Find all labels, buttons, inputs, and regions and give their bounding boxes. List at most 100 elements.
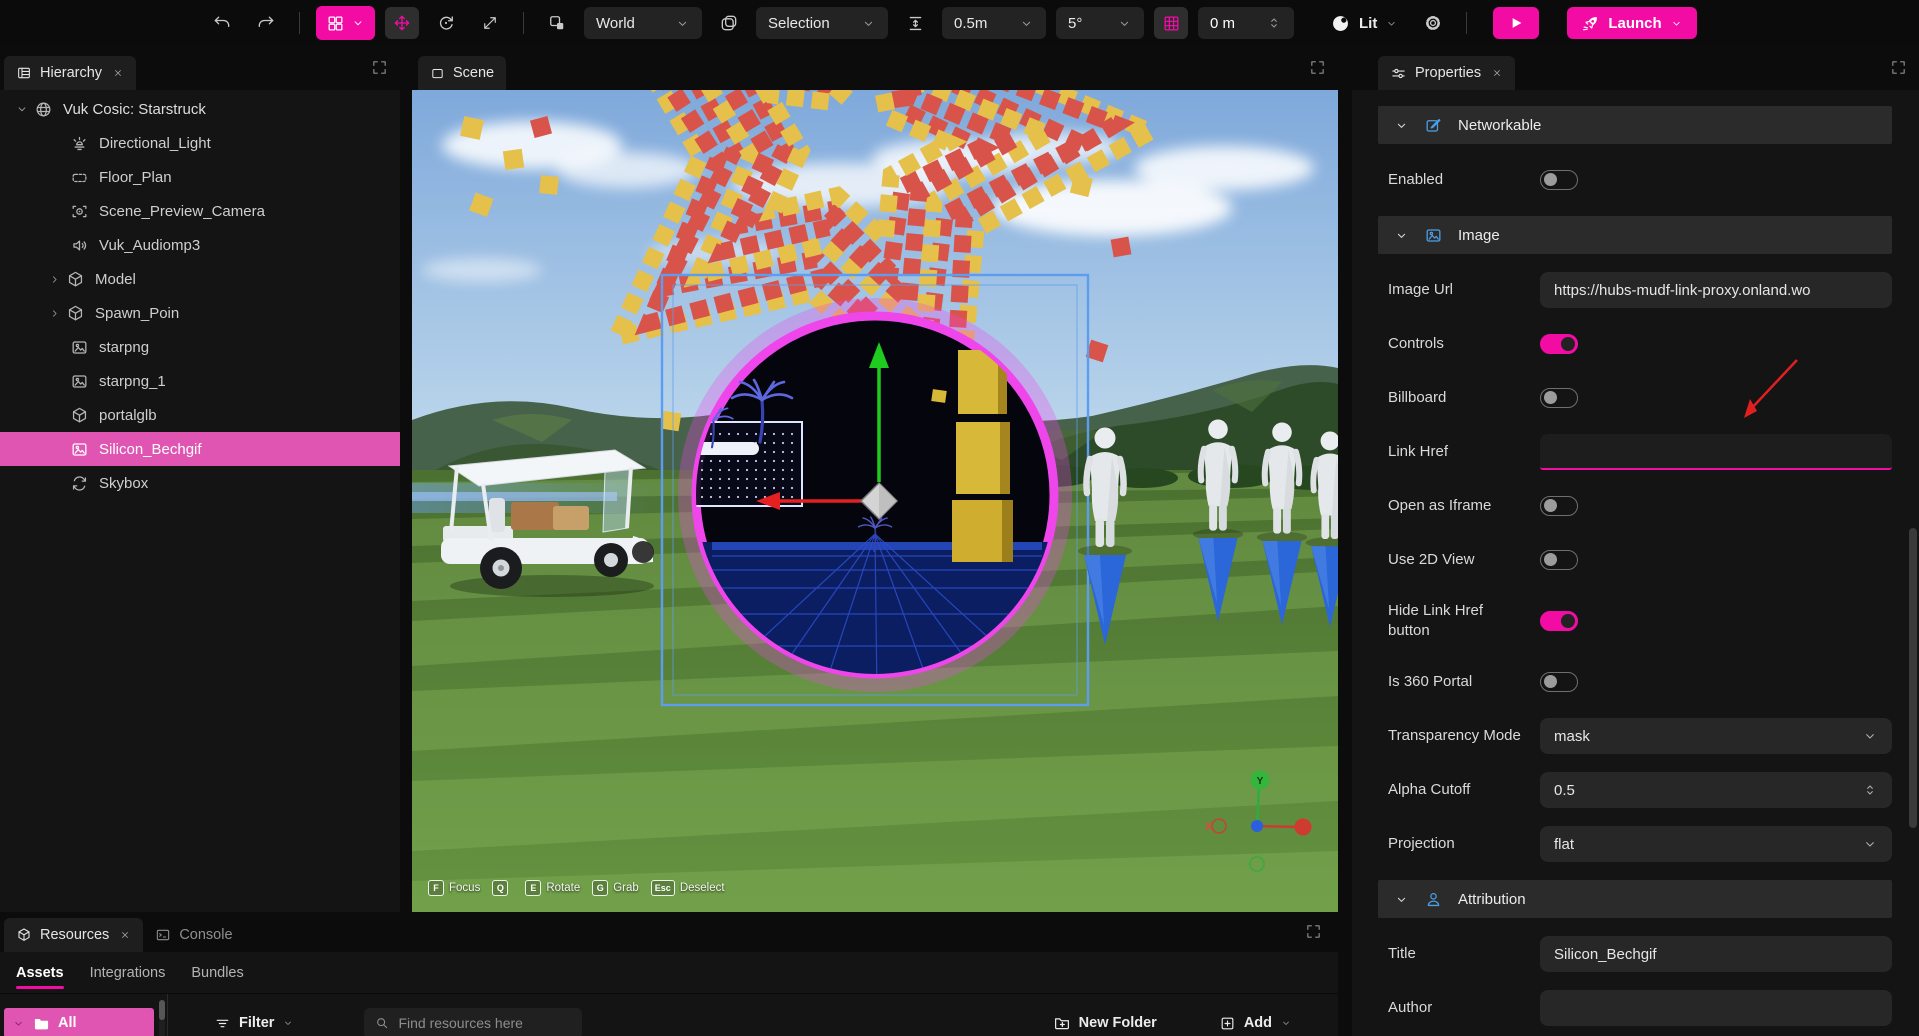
- use-2d-view-toggle[interactable]: [1540, 550, 1578, 570]
- key-badge: Esc: [651, 880, 675, 896]
- tab-scene[interactable]: Scene: [418, 56, 506, 90]
- render-mode-dropdown[interactable]: Lit: [1330, 13, 1398, 34]
- tree-item-spawn-point[interactable]: Spawn_Poin: [0, 296, 400, 330]
- search-input[interactable]: [398, 1015, 558, 1031]
- subtab-bundles[interactable]: Bundles: [191, 952, 243, 993]
- properties-scrollbar[interactable]: [1909, 528, 1917, 828]
- rotate-tool-button[interactable]: [429, 7, 463, 39]
- selection-shape-button[interactable]: [712, 7, 746, 39]
- rotation-snap-dropdown[interactable]: 5°: [1056, 7, 1144, 39]
- chevron-down-icon[interactable]: [10, 102, 34, 116]
- link-href-input[interactable]: [1540, 434, 1892, 470]
- close-icon[interactable]: [112, 67, 124, 79]
- expand-panel-icon[interactable]: [1309, 59, 1326, 76]
- key-badge: F: [428, 880, 444, 896]
- tab-hierarchy[interactable]: Hierarchy: [4, 56, 136, 90]
- row-billboard: Billboard: [1378, 380, 1892, 416]
- tree-item-vuk-audio[interactable]: Vuk_Audiomp3: [0, 228, 400, 262]
- projection-select[interactable]: flat: [1540, 826, 1892, 862]
- folder-item-all[interactable]: All: [4, 1008, 154, 1036]
- tree-item-starpng-1[interactable]: starpng_1: [0, 364, 400, 398]
- section-header-attribution[interactable]: Attribution: [1378, 880, 1892, 918]
- tree-item-floor-plan[interactable]: Floor_Plan: [0, 160, 400, 194]
- subtab-assets[interactable]: Assets: [16, 952, 64, 993]
- close-icon[interactable]: [119, 929, 131, 941]
- add-asset-button[interactable]: Add: [1219, 1015, 1292, 1032]
- viewport-render[interactable]: Y X: [412, 90, 1338, 912]
- tree-item-scene-root[interactable]: Vuk Cosic: Starstruck: [0, 92, 400, 126]
- close-icon[interactable]: [1491, 67, 1503, 79]
- title-input[interactable]: [1540, 936, 1892, 972]
- tree-item-portalglb[interactable]: portalglb: [0, 398, 400, 432]
- move-icon: [392, 13, 412, 33]
- hide-link-href-toggle[interactable]: [1540, 611, 1578, 631]
- scene-panel: Scene: [412, 46, 1338, 912]
- tree-item-skybox[interactable]: Skybox: [0, 466, 400, 500]
- tab-properties[interactable]: Properties: [1378, 56, 1515, 90]
- translation-snap-dropdown[interactable]: 0.5m: [942, 7, 1046, 39]
- subtab-integrations[interactable]: Integrations: [90, 952, 166, 993]
- light-icon: [70, 134, 89, 153]
- snap-elevation-button[interactable]: [898, 7, 932, 39]
- transform-pivot-button[interactable]: [540, 7, 574, 39]
- resource-search[interactable]: [364, 1008, 582, 1036]
- transparency-mode-select[interactable]: mask: [1540, 718, 1892, 754]
- tree-item-silicon-bechgif-selected[interactable]: Silicon_Bechgif: [0, 432, 400, 466]
- is-360-portal-toggle[interactable]: [1540, 672, 1578, 692]
- enabled-toggle[interactable]: [1540, 170, 1578, 190]
- vertical-ruler-icon: [906, 14, 925, 33]
- translation-snap-value: 0.5m: [954, 15, 987, 32]
- section-header-networkable[interactable]: Networkable: [1378, 106, 1892, 144]
- 3d-viewport[interactable]: Y X FFocus Q ERotate GGrab EscDeselect: [412, 90, 1338, 912]
- hierarchy-panel: Hierarchy Vuk Cosic: Starstruck Directio…: [0, 46, 400, 912]
- redo-button[interactable]: [249, 7, 283, 39]
- expand-panel-icon[interactable]: [1890, 59, 1907, 76]
- tab-console[interactable]: Console: [143, 918, 244, 952]
- chevron-right-icon[interactable]: [42, 307, 66, 320]
- billboard-toggle[interactable]: [1540, 388, 1578, 408]
- resources-tab-label: Resources: [40, 927, 109, 943]
- tree-item-model[interactable]: Model: [0, 262, 400, 296]
- selection-mode-dropdown[interactable]: Selection: [756, 7, 888, 39]
- row-projection: Projection flat: [1378, 826, 1892, 862]
- grid-snap-toggle-button[interactable]: [1154, 7, 1188, 39]
- settings-button[interactable]: [1416, 7, 1450, 39]
- controls-toggle[interactable]: [1540, 334, 1578, 354]
- cube-icon: [16, 927, 32, 943]
- key-badge: E: [525, 880, 541, 896]
- expand-panel-icon[interactable]: [371, 59, 388, 76]
- alpha-cutoff-stepper[interactable]: 0.5: [1540, 772, 1892, 808]
- console-tab-label: Console: [179, 927, 232, 943]
- folder-list-scrollbar[interactable]: [159, 1000, 165, 1036]
- expand-panel-icon[interactable]: [1305, 923, 1322, 940]
- tab-resources[interactable]: Resources: [4, 918, 143, 952]
- scale-tool-button[interactable]: [473, 7, 507, 39]
- undo-button[interactable]: [205, 7, 239, 39]
- toolbar-divider: [1466, 12, 1467, 34]
- tree-item-scene-preview-camera[interactable]: Scene_Preview_Camera: [0, 194, 400, 228]
- tree-item-directional-light[interactable]: Directional_Light: [0, 126, 400, 160]
- transform-space-dropdown[interactable]: World: [584, 7, 702, 39]
- chevron-right-icon[interactable]: [42, 273, 66, 286]
- chevron-down-icon: [1385, 17, 1398, 30]
- row-alpha-cutoff: Alpha Cutoff 0.5: [1378, 772, 1892, 808]
- row-open-as-iframe: Open as Iframe: [1378, 488, 1892, 524]
- filter-dropdown[interactable]: Filter: [214, 1015, 294, 1032]
- asset-grid-tool-button[interactable]: [316, 6, 375, 40]
- elevation-stepper[interactable]: 0 m: [1198, 7, 1294, 39]
- section-header-image[interactable]: Image: [1378, 216, 1892, 254]
- new-folder-button[interactable]: New Folder: [1053, 1014, 1157, 1032]
- author-input[interactable]: [1540, 990, 1892, 1026]
- terminal-icon: [155, 927, 171, 943]
- chevron-down-icon: [1394, 228, 1409, 243]
- image-url-input[interactable]: [1540, 272, 1892, 308]
- open-as-iframe-toggle[interactable]: [1540, 496, 1578, 516]
- play-button[interactable]: [1493, 7, 1539, 39]
- launch-button[interactable]: Launch: [1567, 7, 1696, 39]
- tree-item-starpng[interactable]: starpng: [0, 330, 400, 364]
- translate-tool-button[interactable]: [385, 7, 419, 39]
- camera-icon: [70, 202, 89, 221]
- add-grid-icon: [1219, 1015, 1236, 1032]
- scene-tab-label: Scene: [453, 65, 494, 81]
- asset-folder-list: All: [0, 994, 168, 1036]
